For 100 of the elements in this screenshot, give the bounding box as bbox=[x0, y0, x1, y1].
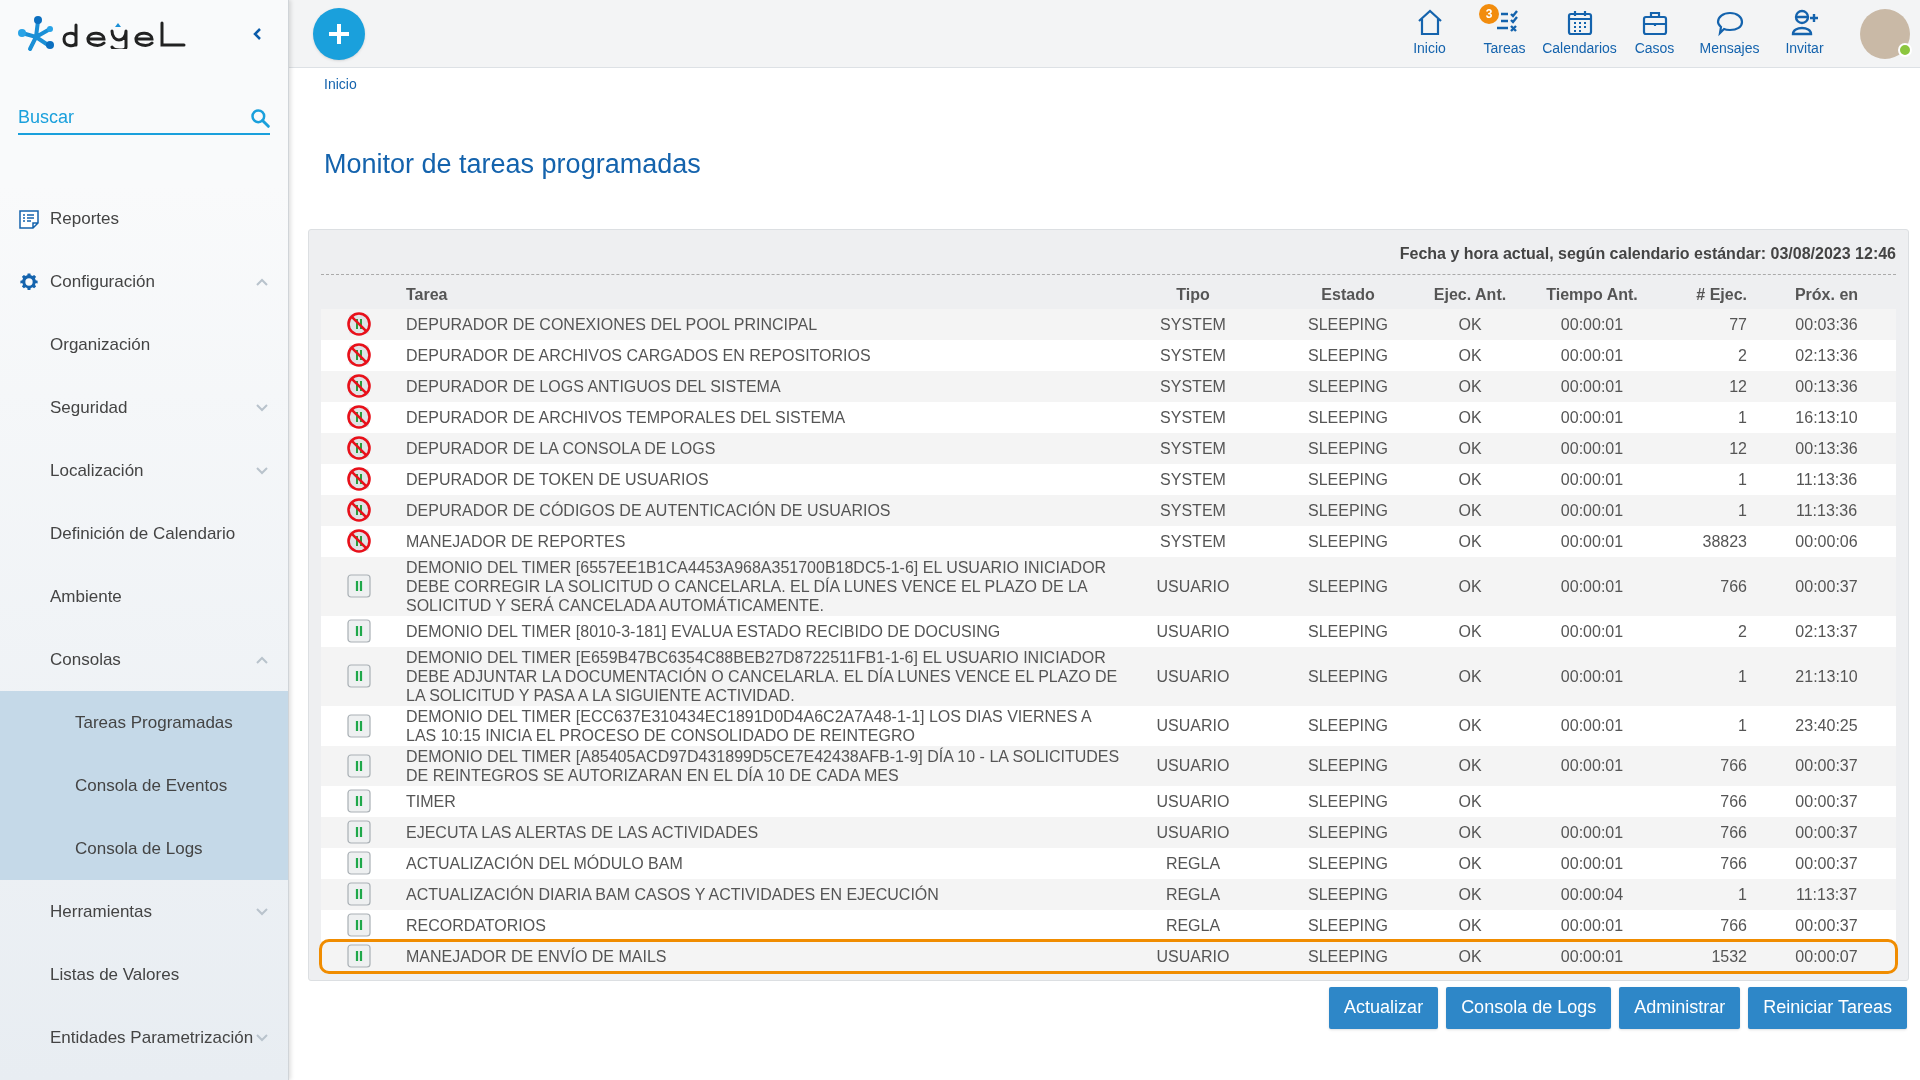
table-cell: 16:13:10 bbox=[1757, 401, 1896, 433]
nav-briefcase-button[interactable]: Casos bbox=[1617, 8, 1692, 59]
action-button[interactable]: Consola de Logs bbox=[1446, 986, 1612, 1029]
table-row[interactable]: DEPURADOR DE LA CONSOLA DE LOGS SYSTEM SLEEPING OK 00:00:01 12 00:13:36 bbox=[321, 432, 1896, 464]
plus-icon bbox=[327, 21, 351, 46]
table-cell: DEPURADOR DE ARCHIVOS CARGADOS EN REPOSITORIOS bbox=[396, 339, 1121, 371]
menu-item[interactable]: Listas de Valores bbox=[0, 943, 288, 1006]
table-row[interactable]: DEPURADOR DE CONEXIONES DEL POOL PRINCIPAL SYSTEM SLEEPING OK 00:00:01 77 00:03:36 bbox=[321, 308, 1896, 340]
menu-item[interactable]: Herramientas bbox=[0, 880, 288, 943]
table-row[interactable]: DEPURADOR DE ARCHIVOS CARGADOS EN REPOSITORIOS SYSTEM SLEEPING OK 00:00:01 2 02:13:36 bbox=[321, 339, 1896, 371]
column-header[interactable]: Tarea bbox=[396, 280, 1121, 309]
menu-item[interactable]: Consolas bbox=[0, 628, 288, 691]
menu-item[interactable]: Tareas Programadas bbox=[0, 691, 288, 754]
table-cell: SLEEPING bbox=[1265, 705, 1431, 746]
table-row[interactable]: DEPURADOR DE CÓDIGOS DE AUTENTICACIÓN DE USUARIOS SYSTEM SLEEPING OK 00:00:01 1 11:13:36 bbox=[321, 494, 1896, 526]
table-cell: OK bbox=[1431, 878, 1509, 910]
table-cell: 766 bbox=[1675, 745, 1757, 786]
table-cell: 2 bbox=[1675, 339, 1757, 371]
add-button[interactable] bbox=[313, 7, 365, 60]
table-cell: 38823 bbox=[1675, 525, 1757, 557]
table-cell: 766 bbox=[1675, 785, 1757, 817]
menu-item[interactable]: Definición de Calendario bbox=[0, 502, 288, 565]
action-button[interactable]: Administrar bbox=[1619, 986, 1741, 1029]
collapse-chevron-icon[interactable] bbox=[252, 27, 262, 41]
table-cell: USUARIO bbox=[1121, 940, 1265, 972]
menu-item[interactable]: Localización bbox=[0, 439, 288, 502]
table-cell: 00:00:01 bbox=[1509, 339, 1675, 371]
column-header[interactable]: Tipo bbox=[1121, 280, 1265, 309]
menu-item[interactable]: Ambiente bbox=[0, 565, 288, 628]
current-datetime: Fecha y hora actual, según calendario estándar: 03/08/2023 12:46 bbox=[1399, 243, 1896, 264]
menu-item[interactable]: Configuración bbox=[0, 250, 288, 313]
table-cell: 1 bbox=[1675, 463, 1757, 495]
table-cell: DEPURADOR DE CÓDIGOS DE AUTENTICACIÓN DE USUARIOS bbox=[396, 494, 1121, 526]
table-cell: 00:00:01 bbox=[1509, 494, 1675, 526]
table-cell: DEPURADOR DE LA CONSOLA DE LOGS bbox=[396, 432, 1121, 464]
action-button[interactable]: Actualizar bbox=[1329, 986, 1439, 1029]
table-cell: MANEJADOR DE REPORTES bbox=[396, 525, 1121, 557]
table-cell: MANEJADOR DE ENVÍO DE MAILS bbox=[396, 940, 1121, 972]
table-cell: OK bbox=[1431, 940, 1509, 972]
menu-item[interactable]: Organización bbox=[0, 313, 288, 376]
column-header[interactable]: Estado bbox=[1265, 280, 1431, 309]
table-cell: 77 bbox=[1675, 308, 1757, 340]
table-cell: SLEEPING bbox=[1265, 370, 1431, 402]
nav-chat-button[interactable]: Mensajes bbox=[1692, 8, 1767, 59]
search-field[interactable]: Buscar bbox=[18, 104, 250, 131]
table-cell: SYSTEM bbox=[1121, 463, 1265, 495]
table-cell: SLEEPING bbox=[1265, 308, 1431, 340]
menu-item[interactable]: Consola de Eventos bbox=[0, 754, 288, 817]
table-row[interactable]: DEMONIO DEL TIMER [ECC637E310434EC1891D0D4A6C2A7A48-1-1] LOS DIAS VIERNES A LAS 10:15 INICIA EL PROCESO DE CONSOLIDADO DE REINTEGRO USUARIO SLEEPING OK 00:00:01 1 23:40:25 bbox=[321, 705, 1896, 746]
column-header[interactable]: Ejec. Ant. bbox=[1431, 280, 1509, 309]
nav-home-button[interactable]: Inicio bbox=[1392, 8, 1467, 59]
table-row[interactable]: DEPURADOR DE ARCHIVOS TEMPORALES DEL SISTEMA SYSTEM SLEEPING OK 00:00:01 1 16:13:10 bbox=[321, 401, 1896, 433]
table-cell: DEMONIO DEL TIMER [8010-3-181] EVALUA ESTADO RECIBIDO DE DOCUSING bbox=[396, 615, 1121, 647]
table-cell: RECORDATORIOS bbox=[396, 909, 1121, 941]
menu-item[interactable]: Seguridad bbox=[0, 376, 288, 439]
table-cell: OK bbox=[1431, 432, 1509, 464]
table-row[interactable]: DEMONIO DEL TIMER [8010-3-181] EVALUA ESTADO RECIBIDO DE DOCUSING USUARIO SLEEPING OK 00:00:01 2 02:13:37 bbox=[321, 615, 1896, 647]
table-cell: SYSTEM bbox=[1121, 339, 1265, 371]
table-row[interactable]: DEMONIO DEL TIMER [A85405ACD97D431899D5CE7E42438AFB-1-9] DÍA 10 - LA SOLICITUDES DE REINTEGROS SE AUTORIZARAN EN EL DÍA 10 DE CADA MES USUARIO SLEEPING OK 00:00:01 766 00:00:37 bbox=[321, 745, 1896, 786]
column-header[interactable]: # Ejec. bbox=[1675, 280, 1757, 309]
column-header[interactable]: Próx. en bbox=[1757, 280, 1896, 309]
table-row[interactable]: ACTUALIZACIÓN DEL MÓDULO BAM REGLA SLEEPING OK 00:00:01 766 00:00:37 bbox=[321, 847, 1896, 879]
table-row[interactable] bbox=[321, 646, 1896, 706]
table-cell: 00:00:01 bbox=[1509, 646, 1675, 706]
menu-item[interactable]: Entidades Parametrización bbox=[0, 1006, 288, 1069]
nav-invite-button[interactable]: Invitar bbox=[1767, 8, 1842, 59]
table-cell: 00:13:36 bbox=[1757, 370, 1896, 402]
page-title: Monitor de tareas programadas bbox=[324, 148, 702, 181]
column-header[interactable]: Tiempo Ant. bbox=[1509, 280, 1675, 309]
table-cell: OK bbox=[1431, 785, 1509, 817]
menu-item[interactable]: Consola de Logs bbox=[0, 817, 288, 880]
invite-icon bbox=[1789, 8, 1820, 38]
table-cell: 02:13:37 bbox=[1757, 615, 1896, 647]
table-row[interactable]: DEPURADOR DE TOKEN DE USUARIOS SYSTEM SLEEPING OK 00:00:01 1 11:13:36 bbox=[321, 463, 1896, 495]
table-cell: DEMONIO DEL TIMER [6557EE1B1CA4453A968A351700B18DC5-1-6] EL USUARIO INICIADOR DEBE CORREGIR LA SOLICITUD O CANCELARLA. EL DÍA LUNES VENCE EL PLAZO DE LA SOLICITUD Y SERÁ CANCELADA AUTOMÁTICAMENTE. bbox=[396, 556, 1121, 616]
menu-item[interactable]: Reportes bbox=[0, 187, 288, 250]
table-cell: SLEEPING bbox=[1265, 646, 1431, 706]
table-cell: 00:00:01 bbox=[1509, 401, 1675, 433]
nav-calendar-button[interactable]: Calendarios bbox=[1542, 8, 1617, 59]
table-cell: 00:00:01 bbox=[1509, 847, 1675, 879]
table-cell: SLEEPING bbox=[1265, 615, 1431, 647]
table-cell: OK bbox=[1431, 909, 1509, 941]
table-row[interactable]: ACTUALIZACIÓN DIARIA BAM CASOS Y ACTIVIDADES EN EJECUCIÓN REGLA SLEEPING OK 00:00:04 1 11:13:37 bbox=[321, 878, 1896, 910]
table-row[interactable] bbox=[321, 556, 1896, 616]
table-cell: SYSTEM bbox=[1121, 308, 1265, 340]
action-button[interactable]: Reiniciar Tareas bbox=[1748, 986, 1907, 1029]
table-cell: 1 bbox=[1675, 401, 1757, 433]
table-cell: 23:40:25 bbox=[1757, 705, 1896, 746]
table-row[interactable]: EJECUTA LAS ALERTAS DE LAS ACTIVIDADES USUARIO SLEEPING OK 00:00:01 766 00:00:37 bbox=[321, 816, 1896, 848]
table-row[interactable]: DEPURADOR DE LOGS ANTIGUOS DEL SISTEMA SYSTEM SLEEPING OK 00:00:01 12 00:13:36 bbox=[321, 370, 1896, 402]
table-row[interactable]: MANEJADOR DE REPORTES SYSTEM SLEEPING OK 00:00:01 38823 00:00:06 bbox=[321, 525, 1896, 557]
highlighted-table-row[interactable]: MANEJADOR DE ENVÍO DE MAILS USUARIO SLEEPING OK 00:00:01 1532 00:00:07 bbox=[321, 940, 1896, 972]
breadcrumb-link[interactable]: Inicio bbox=[324, 74, 357, 96]
table-cell: 00:00:37 bbox=[1757, 816, 1896, 848]
table-row[interactable]: TIMER USUARIO SLEEPING OK 766 00:00:37 bbox=[321, 785, 1896, 817]
table-cell: 11:13:37 bbox=[1757, 878, 1896, 910]
table-cell: 766 bbox=[1675, 816, 1757, 848]
table-cell: 00:00:01 bbox=[1509, 463, 1675, 495]
table-cell: OK bbox=[1431, 847, 1509, 879]
gear-icon bbox=[18, 270, 40, 293]
